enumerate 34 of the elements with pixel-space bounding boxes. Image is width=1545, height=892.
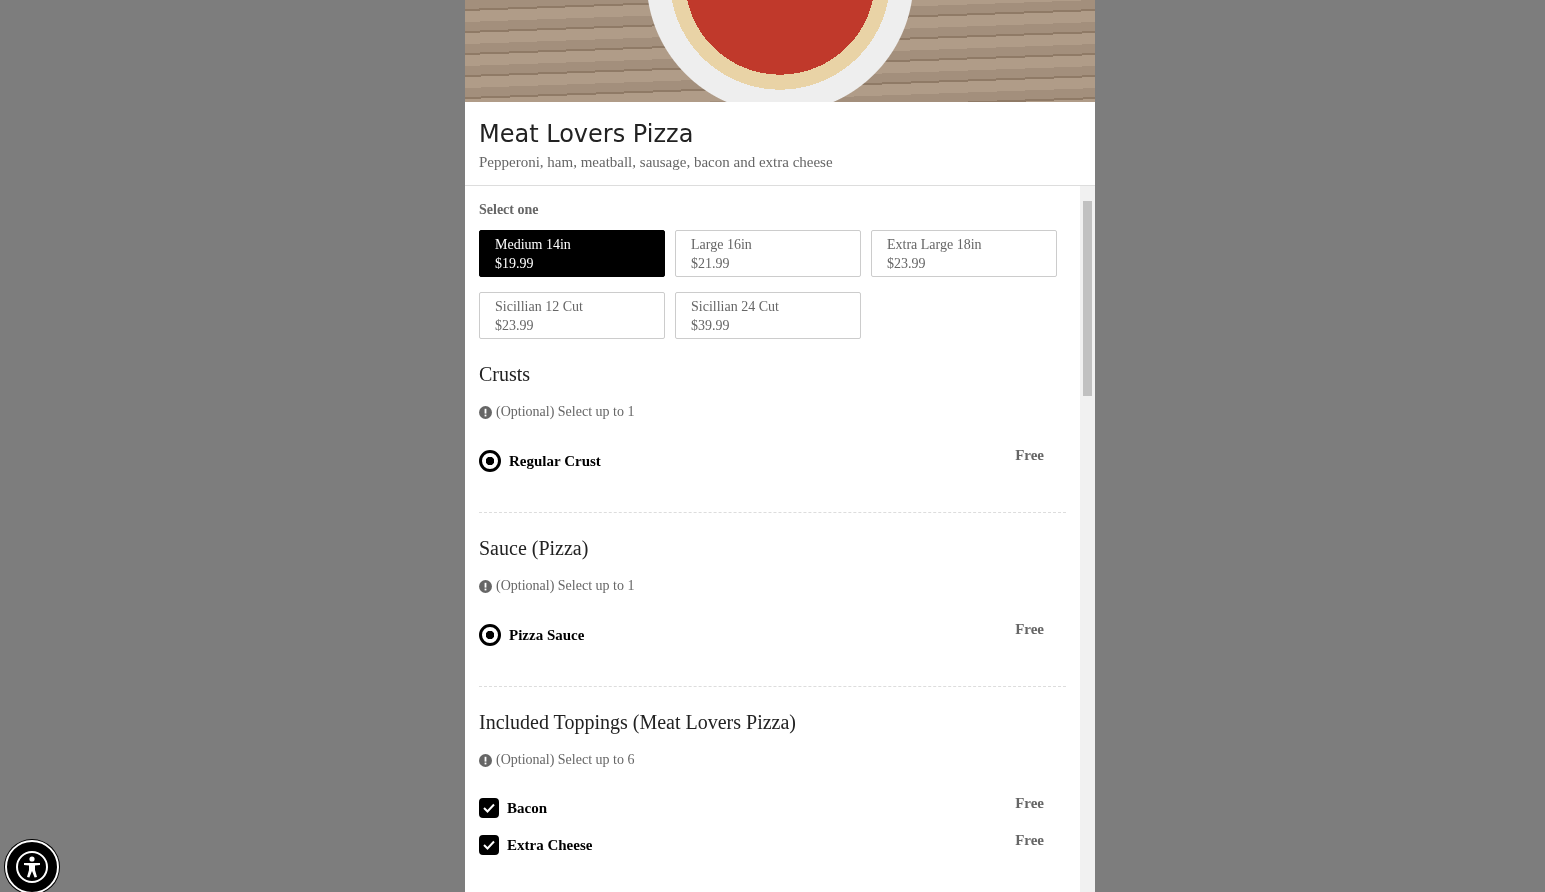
item-description: Pepperoni, ham, meatball, sausage, bacon and extra cheese — [479, 154, 834, 171]
radio-button[interactable] — [479, 624, 501, 646]
check-icon — [483, 840, 495, 850]
section-title: Crusts — [479, 363, 532, 386]
radio-button[interactable] — [479, 450, 501, 472]
option-price: Free — [1015, 621, 1044, 638]
option-price: Free — [1015, 795, 1044, 812]
hint-text: (Optional) Select up to 6 — [496, 752, 635, 768]
option-price: Free — [1015, 832, 1044, 849]
info-icon — [479, 405, 492, 419]
hint-text: (Optional) Select up to 1 — [496, 578, 635, 594]
size-option[interactable]: Large 16in $21.99 — [675, 230, 861, 277]
checkbox[interactable] — [479, 835, 499, 855]
check-icon — [483, 803, 495, 813]
option-label: Pizza Sauce — [509, 626, 586, 644]
size-option[interactable]: Sicillian 12 Cut $23.99 — [479, 292, 665, 339]
size-option[interactable]: Medium 14in $19.99 — [479, 230, 665, 277]
info-icon — [479, 753, 492, 767]
hint-text: (Optional) Select up to 1 — [496, 404, 635, 420]
accessibility-button[interactable] — [5, 840, 59, 892]
size-option[interactable]: Extra Large 18in $23.99 — [871, 230, 1057, 277]
group-label: Select one — [479, 202, 540, 218]
option-label: Bacon — [507, 799, 548, 817]
option-label: Regular Crust — [509, 452, 602, 470]
item-title: Meat Lovers Pizza — [479, 119, 695, 150]
option-label: Extra Cheese — [507, 836, 594, 854]
accessibility-icon — [15, 850, 49, 884]
size-option[interactable]: Sicillian 24 Cut $39.99 — [675, 292, 861, 339]
checkbox[interactable] — [479, 798, 499, 818]
option-price: Free — [1015, 447, 1044, 464]
section-title: Included Toppings (Meat Lovers Pizza) — [479, 711, 798, 734]
info-icon — [479, 579, 492, 593]
section-title: Sauce (Pizza) — [479, 537, 590, 560]
scrollbar[interactable] — [1080, 186, 1095, 892]
